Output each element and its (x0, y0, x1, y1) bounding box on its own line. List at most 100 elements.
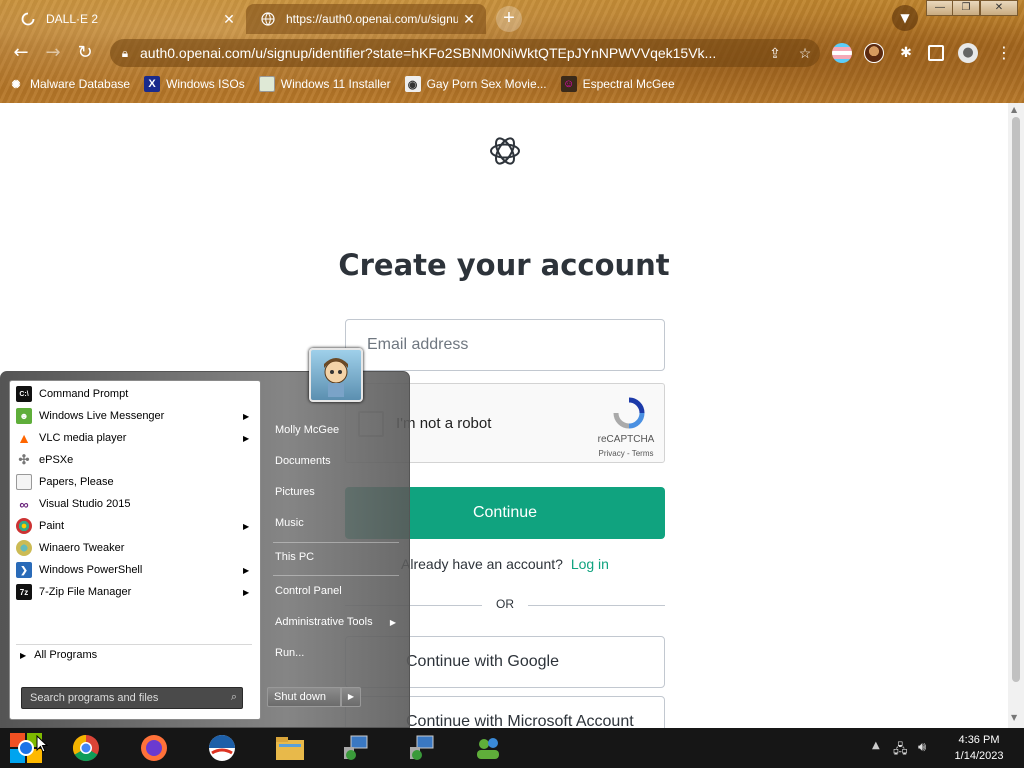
program-label: Command Prompt (39, 388, 129, 400)
taskbar-messenger[interactable] (458, 729, 518, 767)
search-icon[interactable]: ⌕ (226, 690, 242, 706)
bookmark-label: Gay Porn Sex Movie... (426, 77, 547, 91)
gamepad-icon: ✣ (18, 452, 30, 467)
side-panel-icon[interactable] (928, 45, 944, 61)
back-arrow-icon[interactable]: ← (8, 40, 34, 66)
network-tray-icon[interactable]: 🖧︎ (893, 740, 908, 762)
taskbar-network-app-1[interactable] (326, 729, 386, 767)
bookmark-star-icon[interactable]: ☆ (790, 45, 820, 62)
network-computer-icon (410, 735, 434, 760)
shut-down-button[interactable]: Shut down (267, 687, 341, 707)
taskbar-app-obama-logo[interactable] (192, 729, 252, 767)
kebab-menu-icon[interactable]: ⋮ (994, 43, 1014, 63)
loading-spinner-icon (20, 11, 36, 27)
bug-icon: ✺ (11, 78, 21, 91)
place-control-panel[interactable]: Control Panel (269, 578, 404, 604)
extension-avatar-icon[interactable] (864, 43, 884, 63)
program-visual-studio[interactable]: ∞ Visual Studio 2015 (13, 493, 257, 515)
place-pictures[interactable]: Pictures (269, 479, 404, 505)
url-text[interactable]: auth0.openai.com/u/signup/identifier?sta… (140, 45, 760, 61)
tab-auth0[interactable]: https://auth0.openai.com/u/signup/ ✕ (246, 4, 486, 34)
program-epsxe[interactable]: ✣ ePSXe (13, 449, 257, 471)
scroll-down-arrow-icon[interactable]: ▼ (1011, 713, 1017, 722)
minimize-button[interactable]: — (926, 0, 954, 16)
program-powershell[interactable]: ❯ Windows PowerShell ▶ (13, 559, 257, 581)
program-paint[interactable]: Paint ▶ (13, 515, 257, 537)
forward-arrow-icon[interactable]: → (40, 40, 66, 66)
volume-icon[interactable]: 🔊︎ (918, 740, 926, 755)
maximize-button[interactable]: ❐ (952, 0, 980, 16)
mouse-cursor-icon (36, 735, 48, 753)
bookmark-label: Windows ISOs (166, 77, 245, 91)
new-tab-button[interactable]: + (496, 6, 522, 32)
scroll-up-arrow-icon[interactable]: ▲ (1011, 105, 1017, 114)
tab-close-icon[interactable]: ✕ (218, 11, 240, 28)
bookmark-windows11-installer[interactable]: Windows 11 Installer (258, 76, 391, 92)
tweaker-icon (16, 540, 32, 556)
bookmark-malware-database[interactable]: ✺ Malware Database (8, 76, 130, 92)
show-hidden-icons-chevron-icon[interactable]: ▲ (872, 740, 880, 751)
start-menu: C:\ Command Prompt ☻ Windows Live Messen… (0, 348, 410, 728)
taskbar-network-app-2[interactable] (392, 729, 452, 767)
document-icon (16, 474, 32, 490)
submenu-arrow-icon: ▶ (243, 521, 250, 531)
program-label: Winaero Tweaker (39, 542, 125, 554)
right-triangle-icon: ▶ (20, 650, 27, 660)
reload-icon[interactable]: ↻ (72, 40, 98, 66)
program-7zip[interactable]: 7z 7-Zip File Manager ▶ (13, 581, 257, 603)
cmd-icon: C:\ (16, 386, 32, 402)
share-icon[interactable]: ⇪ (760, 45, 790, 62)
login-link[interactable]: Log in (571, 556, 609, 572)
place-documents[interactable]: Documents (269, 448, 404, 474)
microsoft-button-label: Continue with Microsoft Account (406, 713, 634, 728)
place-administrative-tools[interactable]: Administrative Tools ▶ (269, 609, 404, 635)
place-user-folder[interactable]: Molly McGee (269, 417, 404, 443)
lock-icon[interactable]: 🔒︎ (110, 46, 140, 61)
tab-search-chevron-icon[interactable]: ▼ (892, 5, 918, 31)
have-account-text: Already have an account? (401, 556, 563, 572)
place-label: This PC (275, 551, 315, 563)
tab-close-icon[interactable]: ✕ (458, 11, 480, 28)
bookmark-label: Windows 11 Installer (280, 77, 391, 91)
profile-icon[interactable]: ● (958, 43, 978, 63)
bookmark-label: Espectral McGee (582, 77, 675, 91)
shut-down-options-arrow-icon[interactable]: ▶ (341, 687, 361, 707)
program-label: VLC media player (39, 432, 127, 444)
tab-dalle[interactable]: DALL·E 2 ✕ (8, 4, 246, 34)
bookmark-label: Malware Database (30, 77, 131, 91)
bookmark-espectral-mcgee[interactable]: ☺ Espectral McGee (560, 76, 675, 92)
recaptcha-links[interactable]: Privacy - Terms (581, 449, 671, 458)
search-programs-input[interactable] (21, 687, 243, 709)
program-winaero-tweaker[interactable]: Winaero Tweaker (13, 537, 257, 559)
browser-chrome: DALL·E 2 ✕ https://auth0.openai.com/u/si… (0, 0, 1024, 103)
clock-date: 1/14/2023 (954, 750, 1004, 762)
trans-flag-extension-icon[interactable] (832, 43, 852, 63)
scroll-thumb[interactable] (1012, 117, 1020, 682)
place-run[interactable]: Run... (269, 640, 404, 666)
program-vlc[interactable]: ▲ VLC media player ▶ (13, 427, 257, 449)
extensions-puzzle-icon[interactable]: ✱ (896, 43, 916, 63)
tab-title: https://auth0.openai.com/u/signup/ (286, 12, 458, 26)
place-this-pc[interactable]: This PC (269, 544, 404, 570)
close-window-button[interactable]: ✕ (980, 0, 1018, 16)
messenger-people-icon (477, 738, 499, 759)
place-music[interactable]: Music (269, 510, 404, 536)
program-command-prompt[interactable]: C:\ Command Prompt (13, 383, 257, 405)
user-avatar[interactable] (309, 348, 363, 402)
messenger-icon: ☻ (16, 408, 32, 424)
program-papers-please[interactable]: Papers, Please (13, 471, 257, 493)
address-bar[interactable]: 🔒︎ auth0.openai.com/u/signup/identifier?… (110, 39, 820, 67)
system-clock[interactable]: 4:36 PM 1/14/2023 (944, 732, 1014, 764)
taskbar-file-explorer[interactable] (260, 729, 320, 767)
all-programs-button[interactable]: ▶ All Programs (20, 649, 97, 661)
place-label: Administrative Tools (275, 616, 373, 628)
email-field[interactable] (345, 319, 665, 371)
taskbar-chrome[interactable] (56, 729, 116, 767)
page-scrollbar[interactable]: ▲ ▼ (1008, 103, 1024, 728)
bookmark-windows-isos[interactable]: X Windows ISOs (144, 76, 245, 92)
program-windows-live-messenger[interactable]: ☻ Windows Live Messenger ▶ (13, 405, 257, 427)
place-label: Documents (275, 455, 331, 467)
bookmark-site[interactable]: ◉ Gay Porn Sex Movie... (404, 76, 547, 92)
place-label: Pictures (275, 486, 315, 498)
taskbar-firefox[interactable] (124, 729, 184, 767)
